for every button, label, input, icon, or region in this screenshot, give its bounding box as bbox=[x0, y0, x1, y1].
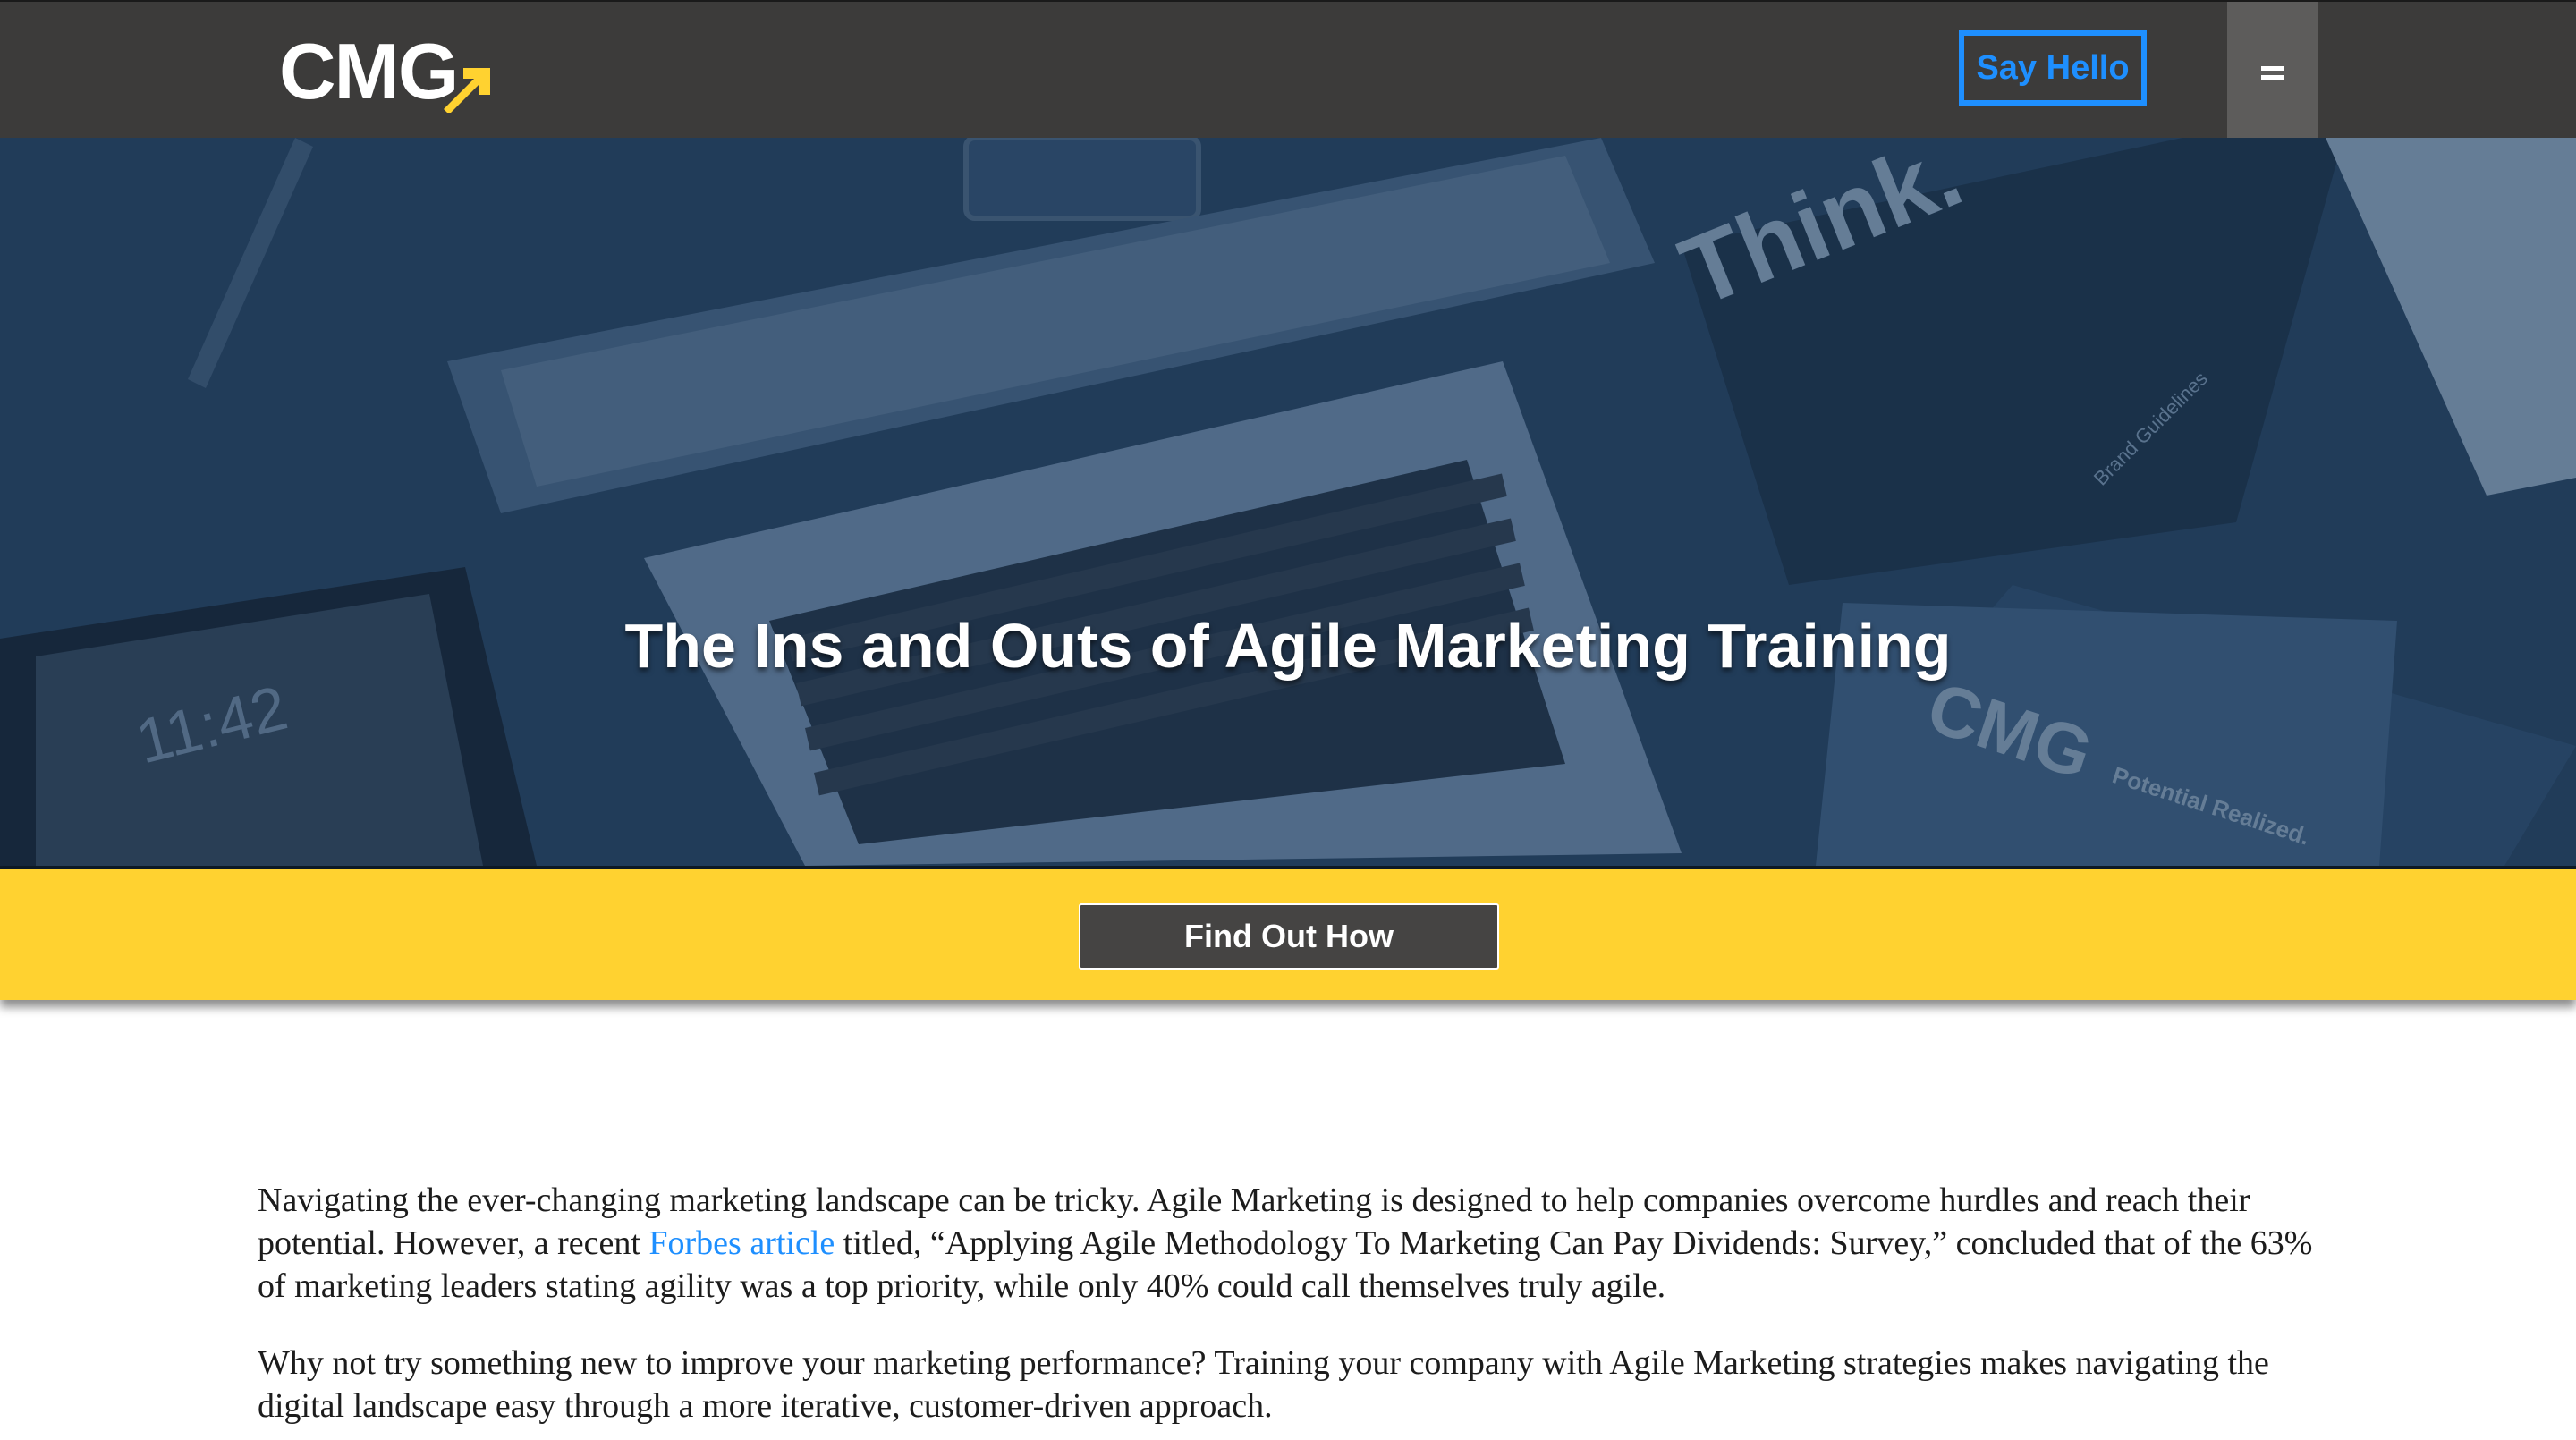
site-header: CMG Say Hello bbox=[0, 0, 2576, 138]
logo-arrow-icon bbox=[444, 68, 490, 113]
forbes-article-link[interactable]: Forbes article bbox=[648, 1224, 835, 1262]
hamburger-icon bbox=[2261, 66, 2284, 71]
hero-background-photo: Think. Brand Guidelines CMG Potential Re… bbox=[0, 138, 2576, 866]
cmg-logo[interactable]: CMG bbox=[279, 29, 494, 114]
hamburger-icon bbox=[2261, 75, 2284, 80]
find-out-how-button[interactable]: Find Out How bbox=[1079, 903, 1499, 970]
page-title: The Ins and Outs of Agile Marketing Trai… bbox=[624, 611, 1952, 681]
logo-text: CMG bbox=[279, 27, 459, 115]
article-paragraph: Navigating the ever-changing marketing l… bbox=[258, 1179, 2315, 1308]
hero-banner: Think. Brand Guidelines CMG Potential Re… bbox=[0, 138, 2576, 866]
article-body: Navigating the ever-changing marketing l… bbox=[258, 1179, 2315, 1440]
menu-button[interactable] bbox=[2227, 2, 2318, 138]
cta-band: Find Out How bbox=[0, 869, 2576, 1000]
article-paragraph: Why not try something new to improve you… bbox=[258, 1344, 2269, 1425]
say-hello-button[interactable]: Say Hello bbox=[1959, 30, 2147, 106]
